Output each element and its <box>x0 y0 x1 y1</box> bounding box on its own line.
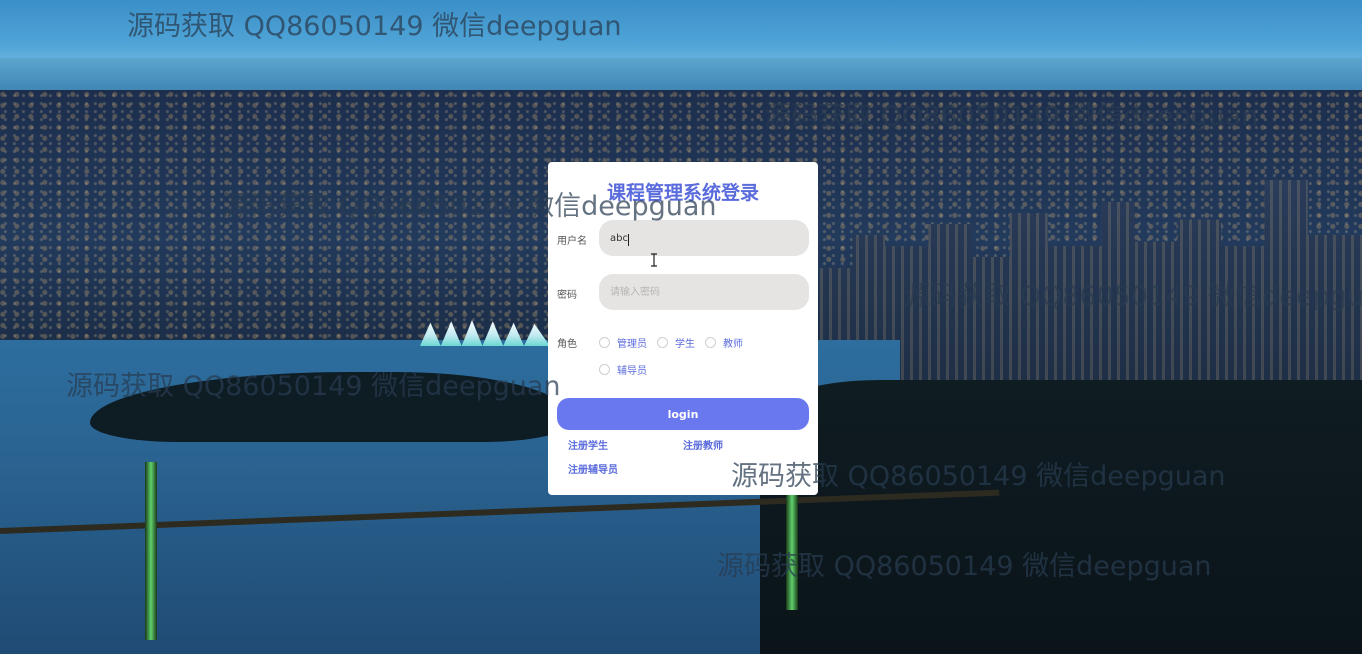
radio-circle-icon[interactable] <box>705 337 716 348</box>
role-option-label: 辅导员 <box>617 366 647 377</box>
role-option-label: 教师 <box>723 339 743 350</box>
username-input[interactable] <box>599 220 809 256</box>
role-radio-counselor[interactable]: 辅导员 <box>599 362 647 377</box>
radio-circle-icon[interactable] <box>599 337 610 348</box>
register-student-link[interactable]: 注册学生 <box>568 437 608 452</box>
bridge-tower-right <box>786 490 798 610</box>
text-cursor-icon <box>651 253 657 267</box>
password-input[interactable] <box>599 274 809 310</box>
text-caret <box>628 234 629 246</box>
register-teacher-link[interactable]: 注册教师 <box>683 437 723 452</box>
username-label: 用户名 <box>557 236 587 247</box>
login-card: 课程管理系统登录 用户名 密码 角色 管理员 学生 教师 辅导员 login 注… <box>548 162 818 495</box>
role-option-label: 学生 <box>675 339 695 350</box>
login-button[interactable]: login <box>557 398 809 430</box>
password-label: 密码 <box>557 290 577 301</box>
role-option-label: 管理员 <box>617 339 647 350</box>
radio-circle-icon[interactable] <box>657 337 668 348</box>
login-title: 课程管理系统登录 <box>606 182 759 204</box>
role-label: 角色 <box>557 339 577 350</box>
role-radio-student[interactable]: 学生 <box>657 335 695 350</box>
role-radio-teacher[interactable]: 教师 <box>705 335 743 350</box>
radio-circle-icon[interactable] <box>599 364 610 375</box>
register-counselor-link[interactable]: 注册辅导员 <box>568 461 618 476</box>
forest-shore <box>760 380 1362 654</box>
role-radio-admin[interactable]: 管理员 <box>599 335 647 350</box>
bridge-tower-left <box>145 462 157 640</box>
